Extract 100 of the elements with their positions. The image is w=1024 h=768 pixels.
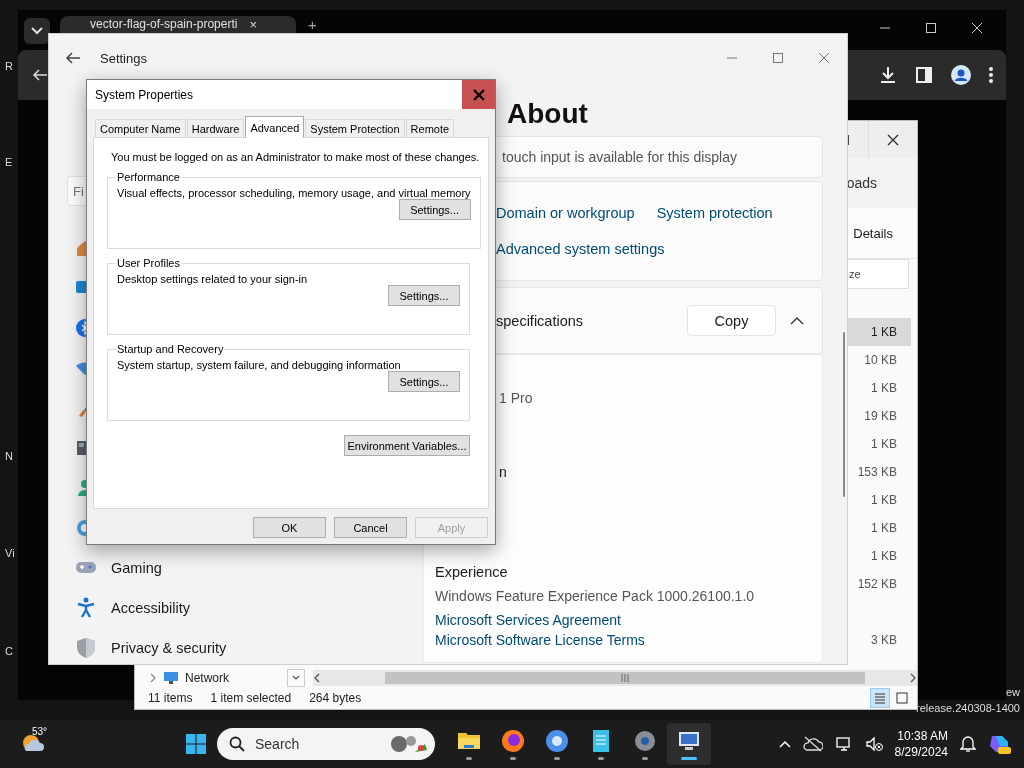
maximize-icon[interactable] [925,22,937,34]
nav-tree-item[interactable]: Network [185,671,229,685]
network-icon [163,671,179,685]
back-arrow-icon[interactable] [65,50,82,66]
clock[interactable]: 10:38 AM 8/29/2024 [894,729,948,759]
column-header[interactable]: ze [847,259,909,289]
chevron-down-icon [292,675,300,681]
square-icon [895,691,909,705]
scroll-left-icon[interactable] [313,673,321,683]
cloud-off-icon[interactable] [802,736,823,752]
tab[interactable]: Computer Name [95,119,186,137]
page-heading: About [507,97,589,131]
file-size-cell[interactable]: 152 KB [847,570,911,598]
window-title: Settings [100,50,147,66]
settings-link[interactable]: System protection [656,205,773,221]
gear-icon [632,728,658,754]
back-arrow-icon[interactable] [32,67,49,83]
group-description: Visual effects, processor scheduling, memory usage, and virtual memory [117,187,471,199]
details-button[interactable]: Details [853,225,893,241]
spec-value: n [499,464,508,480]
fox-browser-icon [500,728,526,754]
dialog-button[interactable]: OK [253,517,326,538]
tab-list-button[interactable] [24,18,50,44]
desktop-icon-label[interactable]: R [5,60,13,72]
nav-item[interactable]: Accessibility [67,588,375,628]
spec-value: 1 Pro [499,390,534,406]
more-menu-icon[interactable] [988,66,994,84]
temperature-text: 53° [32,726,48,737]
settings-button[interactable]: Settings... [398,199,471,220]
file-size-cell[interactable]: 1 KB [847,374,911,402]
file-size-cell[interactable]: 153 KB [847,458,911,486]
settings-button[interactable]: Settings... [388,285,460,306]
status-text: 1 item selected [210,691,292,705]
details-view-button[interactable] [870,688,890,708]
environment-variables-button[interactable]: Environment Variables... [344,435,470,456]
new-tab-button[interactable]: + [308,18,317,32]
chevron-up-icon[interactable] [790,316,804,325]
list-icon [873,691,887,705]
shield-icon [75,637,97,659]
dialog-button[interactable]: Cancel [334,517,407,538]
start-icon[interactable] [185,733,207,755]
horizontal-scrollbar[interactable] [313,670,917,686]
file-size-cell[interactable]: 19 KB [847,402,911,430]
search-box[interactable]: Search [217,728,435,760]
status-text: 264 bytes [309,691,362,705]
download-icon[interactable] [878,65,898,85]
file-size-cell[interactable]: 1 KB [847,430,911,458]
grip-icon [621,674,629,682]
desktop-icon-label[interactable]: E [5,156,13,168]
scroll-right-icon[interactable] [909,673,917,683]
search-icon [229,736,245,752]
file-size-cell[interactable]: 3 KB [847,626,911,654]
file-size-cell[interactable]: 1 KB [847,318,911,346]
file-size-cell[interactable]: 1 KB [847,542,911,570]
close-button[interactable] [462,80,495,109]
copy-button[interactable]: Copy [687,305,776,336]
tab-title: vector-flag-of-spain-properti [90,18,238,31]
group-description: Desktop settings related to your sign-in [117,273,309,285]
desktop-icon-label[interactable]: N [5,450,13,462]
tab[interactable]: Remote [405,119,455,137]
chevron-down-icon [31,27,43,35]
settings-link[interactable]: Microsoft Software License Terms [435,632,822,648]
settings-link[interactable]: Advanced system settings [496,241,822,257]
tab[interactable]: System Protection [305,119,405,137]
scrollbar-thumb[interactable] [385,672,865,684]
build-watermark-text: ew [1005,686,1020,698]
build-watermark-text: release.240308-1400 [916,702,1020,714]
network-icon[interactable] [834,735,853,753]
desktop-icon-label[interactable]: C [5,645,13,657]
tab-close-button[interactable]: × [249,18,257,31]
profile-avatar-icon[interactable] [950,64,972,86]
settings-link[interactable]: Domain or workgroup [496,205,635,221]
dialog-title: System Properties [95,87,194,102]
close-icon[interactable] [887,133,899,146]
scrollbar-thumb[interactable] [843,332,845,497]
group-title: Startup and Recovery [116,343,225,355]
tab[interactable]: Hardware [186,119,245,137]
bell-icon[interactable] [960,735,976,753]
settings-link[interactable]: Microsoft Services Agreement [435,612,822,628]
nav-item[interactable]: Gaming [67,548,375,588]
accessibility-icon [75,597,97,619]
close-icon [472,88,485,101]
group-title: Performance [116,171,181,183]
file-size-cell[interactable]: 1 KB [847,514,911,542]
file-size-cell[interactable]: 1 KB [847,486,911,514]
desktop-icon-label[interactable]: Vi [5,547,15,559]
status-text: 11 items [148,691,193,705]
spec-value: Windows Feature Experience Pack 1000.26100.1.0 [435,588,756,604]
settings-button[interactable]: Settings... [388,371,460,392]
explorer-tab-title[interactable]: oads [846,175,877,191]
spec-label: Experience [435,564,509,580]
volume-muted-icon[interactable] [864,735,883,753]
taskbar-app-button[interactable] [667,723,711,765]
tab[interactable]: Advanced [245,116,305,138]
side-panel-icon[interactable] [914,65,934,85]
search-field[interactable]: Fi [67,176,87,206]
nav-item[interactable]: Privacy & security [67,628,375,668]
section-title: specifications [496,312,584,329]
file-size-cell[interactable]: 10 KB [847,346,911,374]
browser-tab[interactable]: vector-flag-of-spain-properti × [60,16,296,33]
